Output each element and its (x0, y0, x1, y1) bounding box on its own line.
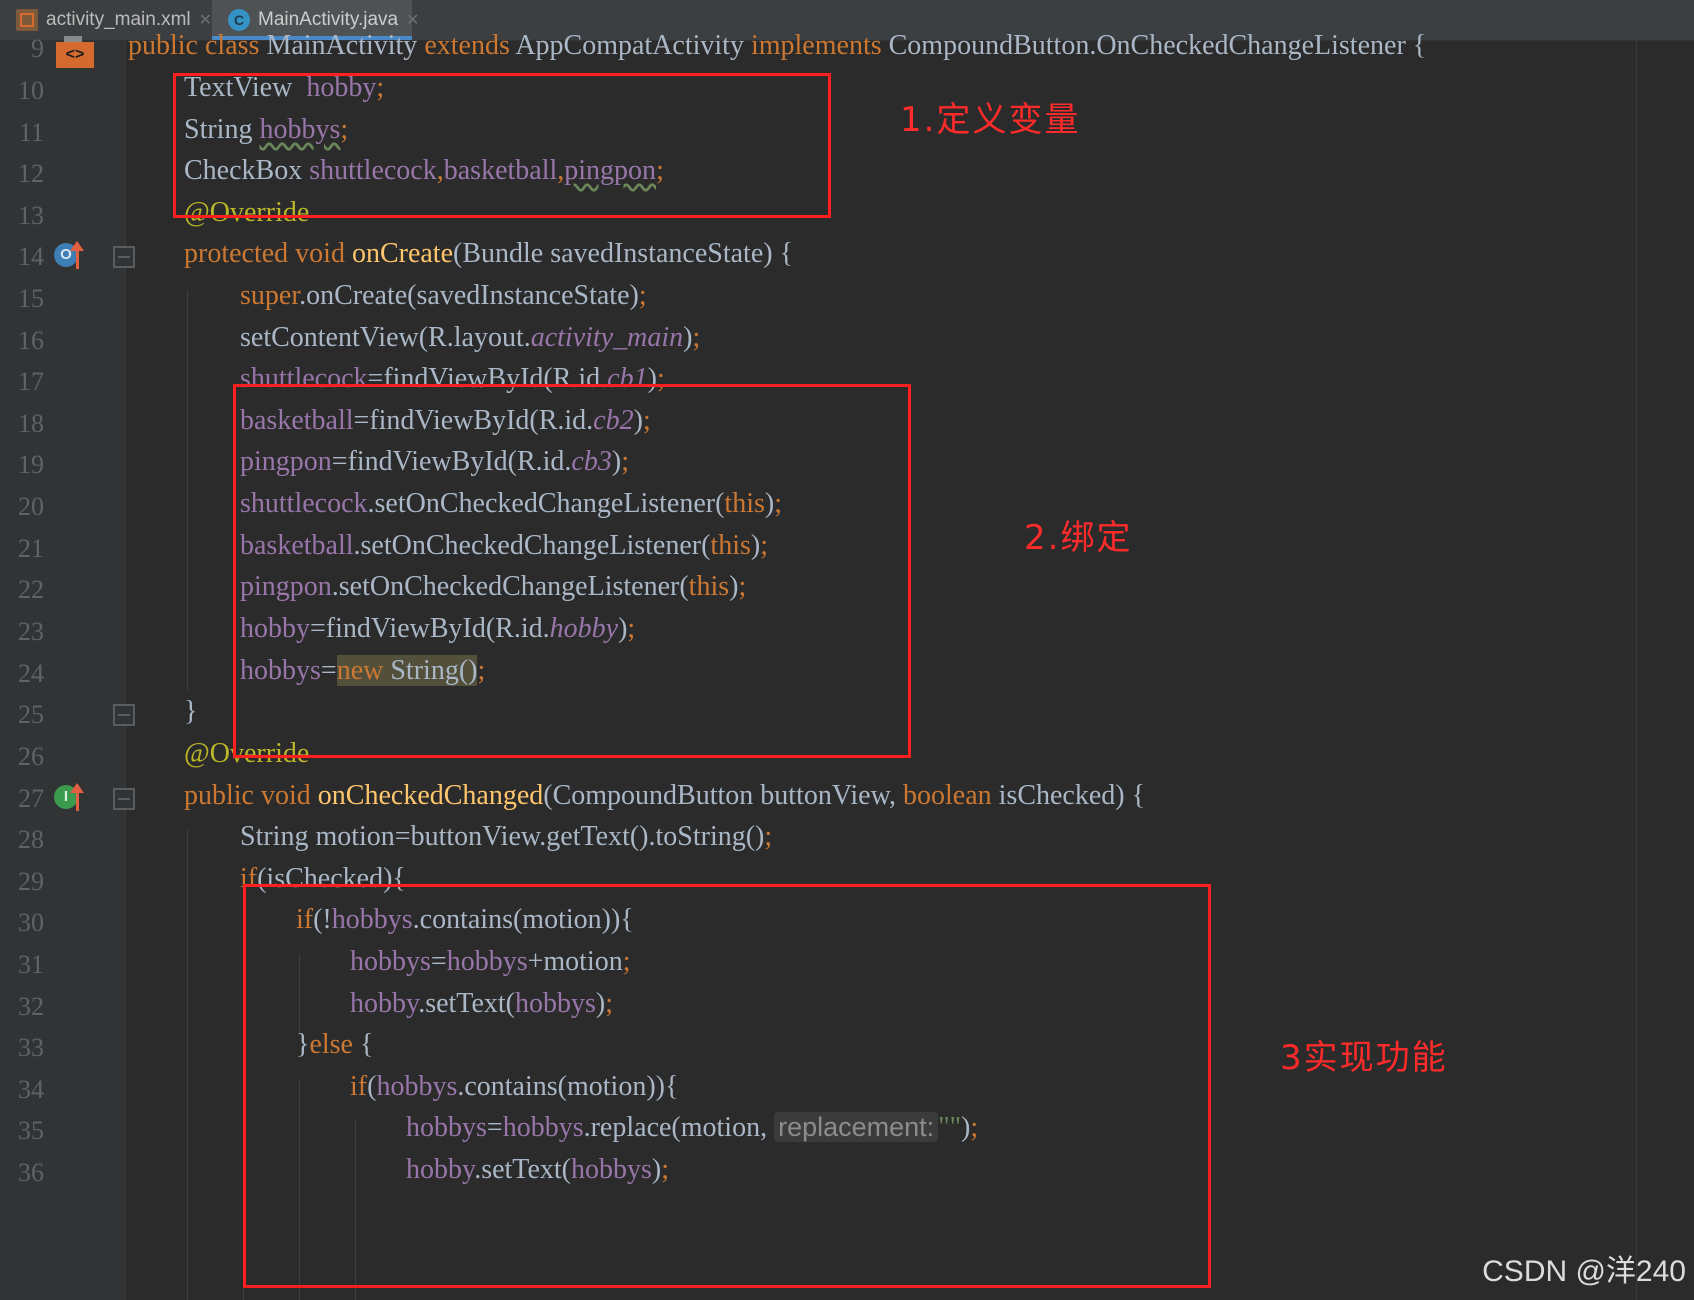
annotation-box-variables (173, 73, 831, 218)
annotation-note-2: 2.绑定 (1024, 518, 1133, 558)
code-line-14: protected void onCreate(Bundle savedInst… (184, 238, 794, 269)
annotation-note-1: 1.定义变量 (900, 100, 1081, 140)
annotation-box-binding (233, 384, 911, 758)
code-line-27: public void onCheckedChanged(CompoundBut… (184, 780, 1146, 811)
code-line-9: public class MainActivity extends AppCom… (128, 30, 1427, 61)
watermark: CSDN @洋240 (1482, 1255, 1686, 1288)
code-line-16: setContentView(R.layout.activity_main); (240, 322, 701, 353)
annotation-note-3: 3实现功能 (1280, 1038, 1448, 1078)
code-line-15: super.onCreate(savedInstanceState); (240, 280, 647, 311)
annotation-box-function (243, 884, 1211, 1288)
code-line-25: } (184, 696, 198, 727)
code-line-28: String motion=buttonView.getText().toStr… (240, 821, 773, 852)
